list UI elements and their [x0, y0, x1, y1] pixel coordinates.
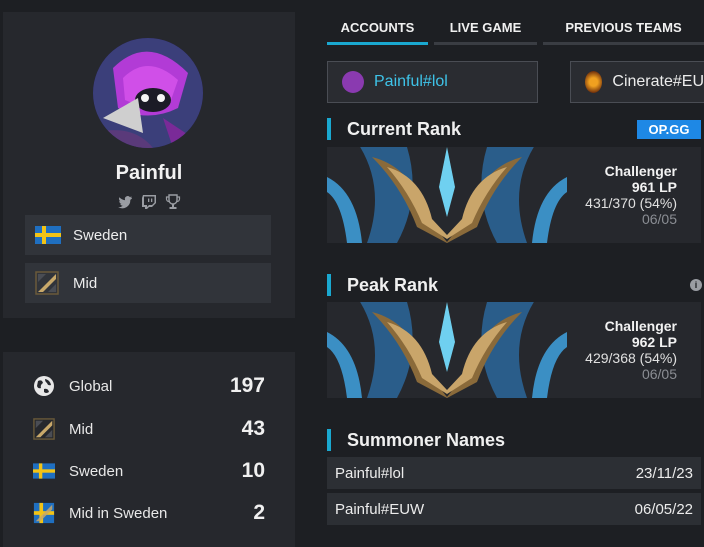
tab-previous-teams[interactable]: PREVIOUS TEAMS [543, 12, 704, 45]
account-avatar-icon [585, 71, 603, 93]
globe-icon [33, 375, 57, 397]
sweden-flag-icon [35, 223, 61, 247]
summoner-name-row: Painful#lol 23/11/23 [327, 457, 701, 489]
peak-rank-title: Peak Rank [347, 274, 439, 295]
current-rank-details: Challenger 961 LP 431/370 (54%) 06/05 [585, 163, 677, 227]
account-name: Cinerate#EU [612, 73, 704, 90]
account-avatar-icon [342, 71, 364, 93]
rank-record: 429/368 (54%) [585, 350, 677, 366]
country-row[interactable]: Sweden [25, 215, 271, 255]
section-accent-bar [327, 429, 331, 451]
stat-row-mid[interactable]: Mid 43 [33, 414, 265, 444]
section-accent-bar [327, 274, 331, 296]
stat-value: 10 [241, 459, 265, 482]
stat-value: 43 [241, 417, 265, 440]
ranking-stats-card: Global 197 Mid 43 Sweden 10 Mid in Swede… [3, 352, 295, 547]
stat-label: Global [69, 377, 113, 395]
social-links [3, 194, 295, 210]
mid-lane-icon [35, 271, 61, 295]
summoner-name: Painful#lol [335, 464, 405, 482]
section-accent-bar [327, 118, 331, 140]
rank-lp: 961 LP [631, 179, 677, 195]
stat-value: 2 [253, 501, 265, 524]
peak-rank-card: Challenger 962 LP 429/368 (54%) 06/05 [327, 302, 701, 398]
player-avatar [93, 38, 203, 148]
role-label: Mid [73, 274, 98, 292]
current-rank-card: Challenger 961 LP 431/370 (54%) 06/05 [327, 147, 701, 243]
mid-sweden-icon [33, 502, 57, 524]
opgg-badge[interactable]: OP.GG [637, 120, 701, 139]
player-name: Painful [115, 162, 183, 184]
tab-live-game[interactable]: LIVE GAME [434, 12, 537, 45]
summoner-names-title: Summoner Names [347, 429, 506, 450]
peak-rank-details: Challenger 962 LP 429/368 (54%) 06/05 [585, 318, 677, 382]
rank-record: 431/370 (54%) [585, 195, 677, 211]
stat-label: Mid [69, 420, 94, 438]
current-rank-title: Current Rank [347, 118, 462, 139]
twitter-icon[interactable] [117, 194, 133, 210]
current-rank-heading: Current Rank [327, 118, 461, 140]
profile-card: Painful Sweden Mid [3, 12, 295, 318]
rank-date: 06/05 [641, 366, 677, 382]
info-icon[interactable]: i [690, 279, 702, 291]
stat-row-global[interactable]: Global 197 [33, 371, 265, 401]
trophy-icon[interactable] [165, 194, 181, 210]
rank-tier: Challenger [604, 163, 677, 179]
stat-row-sweden[interactable]: Sweden 10 [33, 456, 265, 486]
tab-bar: ACCOUNTS LIVE GAME PREVIOUS TEAMS [327, 12, 704, 45]
stat-label: Sweden [69, 462, 124, 480]
account-name: Painful#lol [374, 73, 448, 90]
summoner-name-date: 06/05/22 [634, 500, 693, 518]
account-button-cinerate[interactable]: Cinerate#EU [570, 61, 704, 103]
role-row[interactable]: Mid [25, 263, 271, 303]
rank-date: 06/05 [641, 211, 677, 227]
stat-value: 197 [229, 374, 265, 397]
stat-label: Mid in Sweden [69, 504, 168, 522]
challenger-emblem-icon [327, 147, 567, 243]
rank-tier: Challenger [604, 318, 677, 334]
account-button-painful[interactable]: Painful#lol [327, 61, 538, 103]
tab-accounts[interactable]: ACCOUNTS [327, 12, 428, 45]
rank-lp: 962 LP [631, 334, 677, 350]
peak-rank-heading: Peak Rank [327, 274, 438, 296]
summoner-names-heading: Summoner Names [327, 429, 505, 451]
challenger-emblem-icon [327, 302, 567, 398]
summoner-name-date: 23/11/23 [635, 464, 693, 482]
country-label: Sweden [73, 226, 128, 244]
twitch-icon[interactable] [141, 194, 157, 210]
mid-lane-icon [33, 418, 57, 440]
summoner-name-row: Painful#EUW 06/05/22 [327, 493, 701, 525]
summoner-name: Painful#EUW [335, 500, 425, 518]
stat-row-mid-in-sweden[interactable]: Mid in Sweden 2 [33, 498, 265, 528]
sweden-flag-icon [33, 460, 57, 482]
